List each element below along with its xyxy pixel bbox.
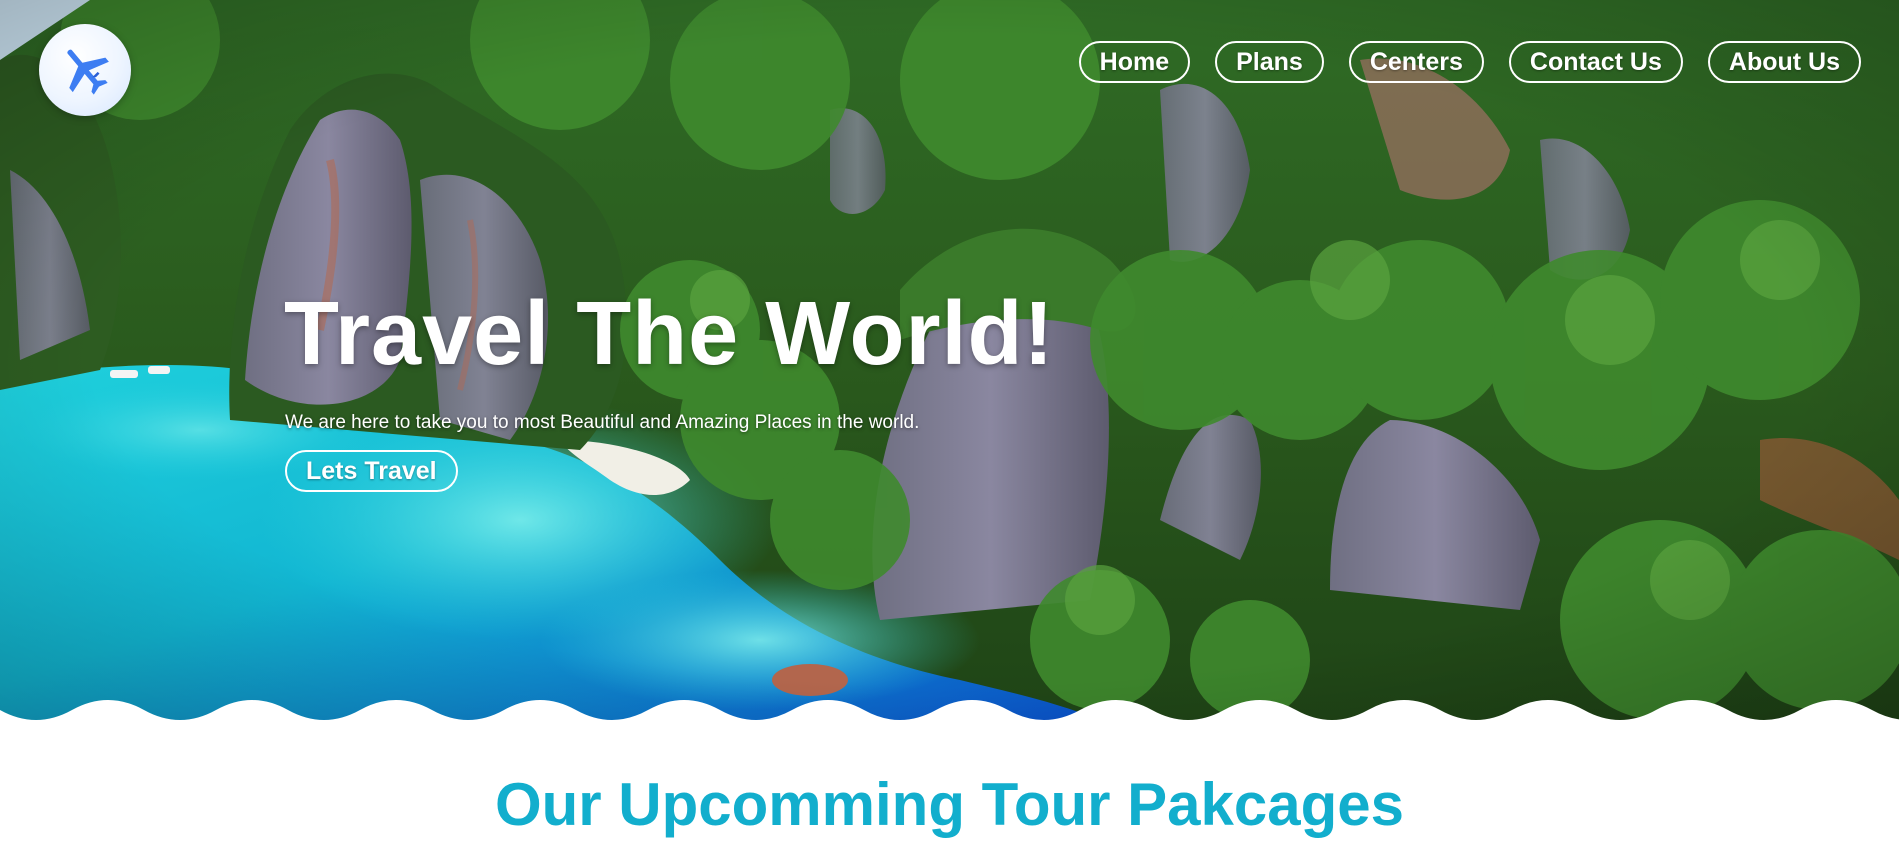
nav-centers-button[interactable]: Centers: [1348, 41, 1484, 83]
hero-subtitle: We are here to take you to most Beautifu…: [285, 412, 920, 433]
lets-travel-button[interactable]: Lets Travel: [285, 450, 458, 492]
wave-divider: [0, 700, 1899, 720]
nav-about-us-button[interactable]: About Us: [1707, 41, 1861, 83]
landing-page: Home Plans Centers Contact Us About Us T…: [0, 0, 1899, 853]
nav-contact-us-button[interactable]: Contact Us: [1508, 41, 1683, 83]
site-logo[interactable]: [39, 24, 131, 116]
nav-plans-button[interactable]: Plans: [1215, 41, 1324, 83]
airplane-icon: [67, 49, 109, 95]
main-nav: Home Plans Centers Contact Us About Us: [1078, 41, 1861, 83]
hero-section: Home Plans Centers Contact Us About Us T…: [0, 0, 1899, 720]
nav-home-button[interactable]: Home: [1078, 41, 1191, 83]
hero-title: Travel The World!: [284, 284, 1055, 384]
packages-heading: Our Upcomming Tour Pakcages: [494, 771, 1405, 838]
